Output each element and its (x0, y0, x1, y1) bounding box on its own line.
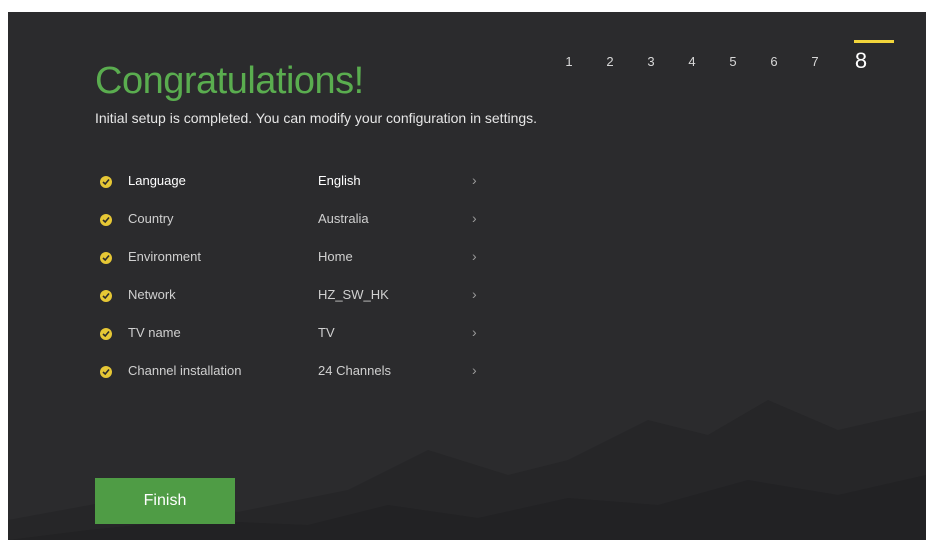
summary-item-label: Channel installation (128, 363, 242, 378)
current-step-bar (854, 40, 894, 43)
check-circle-icon (100, 176, 112, 188)
summary-item-label: TV name (128, 325, 181, 340)
setup-screen: Congratulations! Initial setup is comple… (8, 12, 926, 540)
summary-item-label: Network (128, 287, 176, 302)
step-6: 6 (770, 54, 778, 69)
chevron-right-icon: › (472, 286, 477, 302)
summary-item-country[interactable]: Country Australia › (100, 208, 500, 236)
page-subtitle: Initial setup is completed. You can modi… (95, 110, 538, 126)
step-7: 7 (811, 54, 819, 69)
summary-item-tv-name[interactable]: TV name TV › (100, 322, 500, 350)
summary-item-language[interactable]: Language English › (100, 170, 500, 198)
page-title: Congratulations! (95, 60, 364, 102)
summary-item-label: Language (128, 173, 186, 188)
check-circle-icon (100, 214, 112, 226)
summary-item-value: English (318, 173, 361, 188)
step-2: 2 (606, 54, 614, 69)
chevron-right-icon: › (472, 172, 477, 188)
check-circle-icon (100, 252, 112, 264)
summary-item-label: Country (128, 211, 174, 226)
summary-item-value: HZ_SW_HK (318, 287, 389, 302)
summary-item-environment[interactable]: Environment Home › (100, 246, 500, 274)
summary-item-network[interactable]: Network HZ_SW_HK › (100, 284, 500, 312)
check-circle-icon (100, 366, 112, 378)
finish-button[interactable]: Finish (95, 478, 235, 524)
summary-item-channel-installation[interactable]: Channel installation 24 Channels › (100, 360, 500, 388)
step-3: 3 (647, 54, 655, 69)
chevron-right-icon: › (472, 324, 477, 340)
summary-item-value: TV (318, 325, 335, 340)
step-1: 1 (565, 54, 573, 69)
summary-item-value: Australia (318, 211, 369, 226)
check-circle-icon (100, 328, 112, 340)
chevron-right-icon: › (472, 210, 477, 226)
chevron-right-icon: › (472, 248, 477, 264)
summary-item-value: Home (318, 249, 353, 264)
summary-item-label: Environment (128, 249, 201, 264)
step-5: 5 (729, 54, 737, 69)
summary-item-value: 24 Channels (318, 363, 391, 378)
check-circle-icon (100, 290, 112, 302)
step-8-current: 8 (854, 48, 868, 73)
step-4: 4 (688, 54, 696, 69)
chevron-right-icon: › (472, 362, 477, 378)
